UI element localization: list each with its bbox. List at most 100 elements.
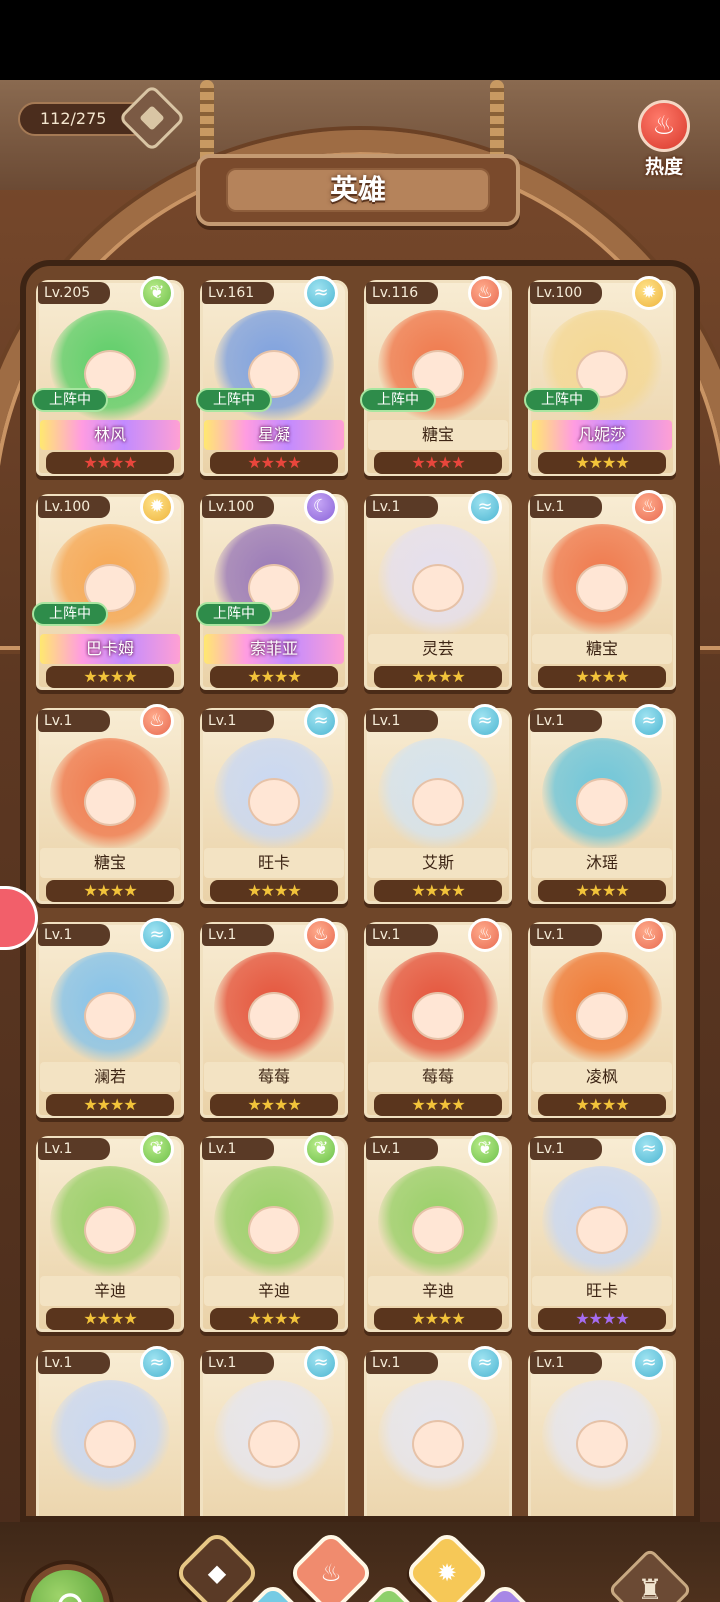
hero-face	[248, 778, 300, 826]
hero-card[interactable]: Lv.1 ♨ 糖宝 ★★★★	[36, 704, 184, 908]
star-rating: ★★★★	[538, 880, 666, 902]
back-button[interactable]: ↶	[24, 1564, 110, 1602]
hero-card[interactable]: Lv.1 ≈	[528, 1346, 676, 1516]
water-element-icon: ≈	[140, 1346, 174, 1380]
hero-level: Lv.1	[38, 710, 110, 732]
hero-card[interactable]: Lv.1 ≈	[364, 1346, 512, 1516]
filter-light-button[interactable]: ✹	[403, 1529, 491, 1602]
hero-portrait	[214, 1380, 334, 1492]
water-element-icon: ≈	[632, 704, 666, 738]
hero-face	[576, 1206, 628, 1254]
hero-card[interactable]: Lv.161 ≈ 上阵中 星凝 ★★★★	[196, 276, 348, 480]
hero-face	[412, 1206, 464, 1254]
water-element-icon: ≈	[632, 1346, 666, 1380]
star-rating: ★★★★	[46, 666, 174, 688]
filter-all-button[interactable]: ◆	[173, 1529, 261, 1602]
hero-card[interactable]: Lv.1 ♨ 凌枫 ★★★★	[528, 918, 676, 1122]
hero-portrait	[50, 738, 170, 850]
star-rating: ★★★★	[46, 452, 174, 474]
hero-portrait	[378, 524, 498, 636]
fire-element-icon: ♨	[304, 918, 338, 952]
hero-name: 辛迪	[40, 1276, 180, 1306]
light-element-icon: ✹	[140, 490, 174, 524]
hero-card[interactable]: Lv.1 ≈ 艾斯 ★★★★	[364, 704, 512, 908]
hero-card[interactable]: Lv.1 ♨ 糖宝 ★★★★	[528, 490, 676, 694]
hero-portrait	[214, 738, 334, 850]
hero-name: 糖宝	[532, 634, 672, 664]
hero-portrait	[378, 1166, 498, 1278]
hero-portrait	[542, 952, 662, 1064]
wood-element-icon: ❦	[140, 1132, 174, 1166]
hero-level: Lv.161	[202, 282, 274, 304]
star-rating: ★★★★	[374, 1308, 502, 1330]
hero-grid[interactable]: Lv.205 ❦ 上阵中 林风 ★★★★ Lv.161 ≈ 上阵中 星凝 ★★★★ Lv.116 ♨ 上…	[20, 260, 700, 1522]
hero-card[interactable]: Lv.100 ✹ 上阵中 凡妮莎 ★★★★	[524, 276, 676, 480]
hero-face	[576, 564, 628, 612]
formation-button[interactable]: ♜ 布阵	[607, 1547, 693, 1602]
hero-level: Lv.1	[530, 496, 602, 518]
hero-card[interactable]: Lv.1 ❦ 辛迪 ★★★★	[364, 1132, 512, 1336]
hero-name: 林风	[40, 420, 180, 450]
hero-card[interactable]: Lv.116 ♨ 上阵中 糖宝 ★★★★	[360, 276, 512, 480]
heat-button[interactable]: ♨ 热度	[632, 100, 696, 180]
bottom-bar: ↶ ◆ ≈ ♨ ❦ ✹ ☾ ♜ 布阵	[0, 1522, 720, 1602]
hero-level: Lv.205	[38, 282, 110, 304]
hero-portrait	[214, 1166, 334, 1278]
star-rating: ★★★★	[374, 1094, 502, 1116]
hero-card[interactable]: Lv.1 ❦ 辛迪 ★★★★	[200, 1132, 348, 1336]
star-rating: ★★★★	[374, 880, 502, 902]
hero-name: 沐瑶	[532, 848, 672, 878]
filter-fire-button[interactable]: ♨	[287, 1529, 375, 1602]
hero-card[interactable]: Lv.1 ≈ 沐瑶 ★★★★	[528, 704, 676, 908]
hero-name: 旺卡	[532, 1276, 672, 1306]
hero-level: Lv.1	[366, 1138, 438, 1160]
deployed-badge: 上阵中	[196, 602, 272, 626]
hero-card[interactable]: Lv.1 ♨ 莓莓 ★★★★	[364, 918, 512, 1122]
star-rating: ★★★★	[374, 452, 502, 474]
hero-card[interactable]: Lv.1 ♨ 莓莓 ★★★★	[200, 918, 348, 1122]
hero-face	[576, 1420, 628, 1468]
star-rating: ★★★★	[210, 452, 338, 474]
hero-level: Lv.1	[366, 924, 438, 946]
hero-face	[412, 564, 464, 612]
hero-level: Lv.100	[38, 496, 110, 518]
hero-card[interactable]: Lv.1 ≈ 澜若 ★★★★	[36, 918, 184, 1122]
hero-card[interactable]: Lv.100 ☾ 上阵中 索菲亚 ★★★★	[196, 490, 348, 694]
hero-face	[412, 1420, 464, 1468]
star-rating: ★★★★	[46, 1308, 174, 1330]
star-rating: ★★★★	[374, 666, 502, 688]
back-arrow-icon: ↶	[50, 1584, 84, 1602]
hero-name: 辛迪	[204, 1276, 344, 1306]
wood-element-icon: ❦	[468, 1132, 502, 1166]
hero-card[interactable]: Lv.100 ✹ 上阵中 巴卡姆 ★★★★	[32, 490, 184, 694]
hero-card[interactable]: Lv.205 ❦ 上阵中 林风 ★★★★	[32, 276, 184, 480]
hero-portrait	[378, 952, 498, 1064]
hero-level: Lv.1	[530, 1138, 602, 1160]
fire-icon: ♨	[320, 1559, 342, 1587]
hero-face	[576, 992, 628, 1040]
star-rating: ★★★★	[538, 1094, 666, 1116]
fire-element-icon: ♨	[468, 276, 502, 310]
hero-card[interactable]: Lv.1 ≈	[200, 1346, 348, 1516]
water-element-icon: ≈	[304, 704, 338, 738]
water-element-icon: ≈	[304, 276, 338, 310]
hero-level: Lv.1	[530, 924, 602, 946]
hero-name: 星凝	[204, 420, 344, 450]
flame-icon: ♨	[638, 100, 690, 152]
hero-face	[84, 778, 136, 826]
wood-element-icon: ❦	[304, 1132, 338, 1166]
hero-level: Lv.1	[38, 1352, 110, 1374]
hero-card[interactable]: Lv.1 ❦ 辛迪 ★★★★	[36, 1132, 184, 1336]
all-elements-icon: ◆	[207, 1559, 227, 1587]
hero-card[interactable]: Lv.1 ≈ 灵芸 ★★★★	[364, 490, 512, 694]
hero-level: Lv.1	[530, 710, 602, 732]
star-rating: ★★★★	[210, 1094, 338, 1116]
status-bar	[0, 0, 720, 80]
hero-name: 糖宝	[40, 848, 180, 878]
hero-card[interactable]: Lv.1 ≈	[36, 1346, 184, 1516]
hero-portrait	[378, 1380, 498, 1492]
hero-portrait	[542, 524, 662, 636]
hero-level: Lv.100	[530, 282, 602, 304]
hero-card[interactable]: Lv.1 ≈ 旺卡 ★★★★	[528, 1132, 676, 1336]
hero-card[interactable]: Lv.1 ≈ 旺卡 ★★★★	[200, 704, 348, 908]
